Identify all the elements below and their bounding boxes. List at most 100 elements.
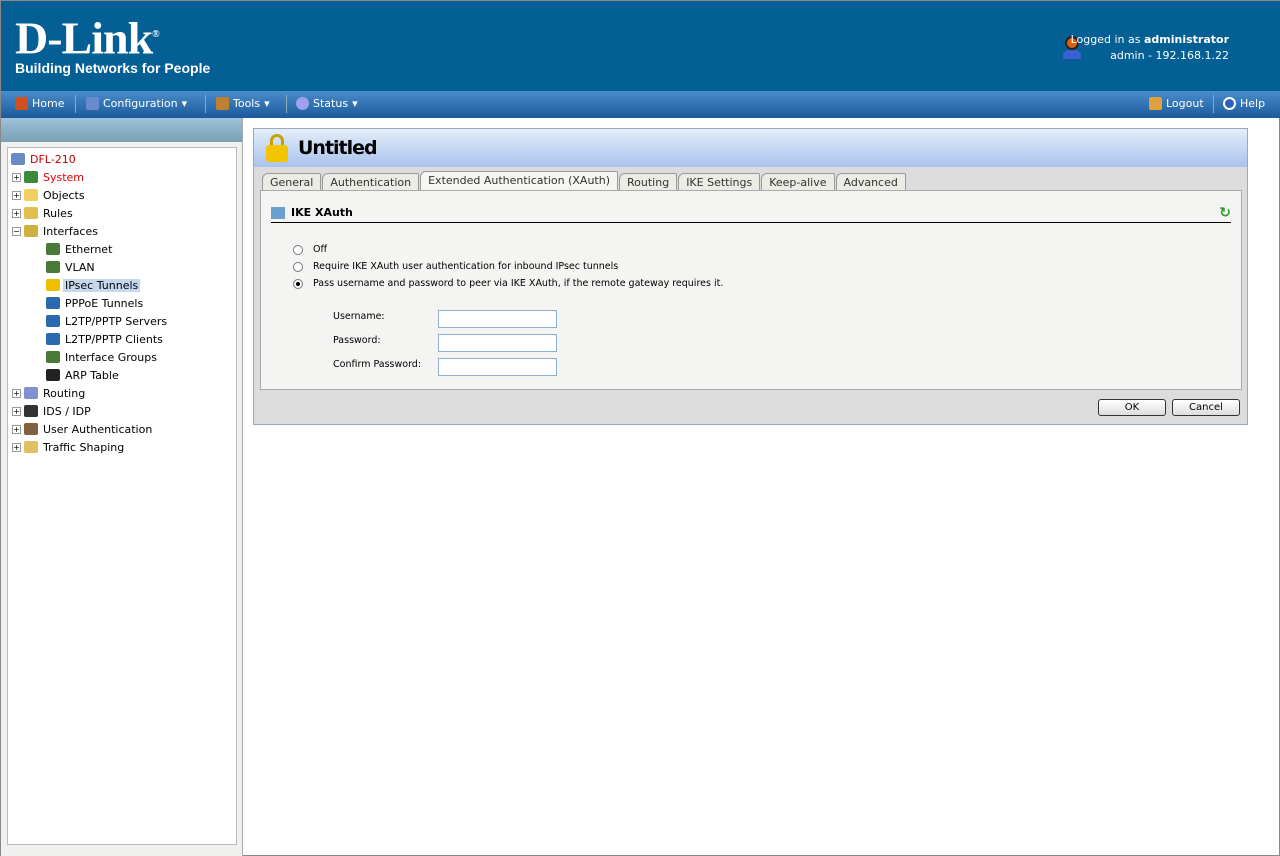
tree-item-label: VLAN xyxy=(65,260,95,274)
tree-node-icon xyxy=(46,243,60,255)
tree-item[interactable]: ARP Table xyxy=(8,366,236,384)
help-button[interactable]: Help xyxy=(1223,97,1265,110)
xauth-option[interactable]: Off xyxy=(293,244,327,255)
tree-node-icon xyxy=(46,333,60,345)
username: administrator xyxy=(1143,33,1229,46)
tree-item-label: Interfaces xyxy=(43,224,98,238)
tab-content: IKE XAuth ↻ Off Require IKE XAuth user au… xyxy=(260,190,1242,390)
session-info: admin - 192.168.1.22 xyxy=(1110,49,1229,62)
tree-item[interactable]: + Objects xyxy=(8,186,236,204)
tree-node-icon xyxy=(24,171,38,183)
menu-home[interactable]: Home xyxy=(15,97,64,110)
tab[interactable]: IKE Settings xyxy=(678,173,761,191)
ipsec-tunnel-panel: Untitled General Authentication Extended A… xyxy=(253,128,1248,425)
chevron-down-icon: ▾ xyxy=(181,97,188,110)
field-label: Username: xyxy=(333,311,385,322)
username-input[interactable] xyxy=(438,310,557,328)
confirm-password-input[interactable] xyxy=(438,358,557,376)
option-label: Pass username and password to peer via I… xyxy=(313,278,724,289)
tree-item[interactable]: + Routing xyxy=(8,384,236,402)
tree-item-label: ARP Table xyxy=(65,368,119,382)
help-icon xyxy=(1223,97,1236,110)
tree-node-icon xyxy=(46,297,60,309)
section-arrow-icon xyxy=(271,206,285,219)
logo-reg: ® xyxy=(152,29,160,40)
menu-home-label: Home xyxy=(32,97,65,110)
tab[interactable]: General xyxy=(262,173,322,191)
tree-item[interactable]: DFL-210 xyxy=(8,150,236,168)
tree-item[interactable]: VLAN xyxy=(8,258,236,276)
tree-item-label: PPPoE Tunnels xyxy=(65,296,144,310)
tab-bar: General Authentication Extended Authentica… xyxy=(262,171,907,191)
expand-icon[interactable]: + xyxy=(12,190,21,200)
expand-icon[interactable]: + xyxy=(12,388,21,398)
collapse-icon[interactable]: − xyxy=(12,226,21,236)
logout-label: Logout xyxy=(1166,97,1204,110)
dlink-logo: D-Link® Building Networks for People xyxy=(15,13,211,77)
menu-configuration[interactable]: Configuration ▾ xyxy=(86,97,187,110)
sidebar: DFL-210 + System + Objects + Rules − Interfaces E… xyxy=(1,118,243,856)
tree-item[interactable]: Interface Groups xyxy=(8,348,236,366)
home-icon xyxy=(15,97,28,110)
login-info: Logged in as administrator admin - 192.1… xyxy=(1071,32,1229,64)
cancel-button[interactable]: Cancel xyxy=(1172,399,1240,416)
tree-item[interactable]: − Interfaces xyxy=(8,222,236,240)
password-input[interactable] xyxy=(438,334,557,352)
logout-button[interactable]: Logout xyxy=(1149,97,1204,110)
tree-item[interactable]: + User Authentication xyxy=(8,420,236,438)
tree-item[interactable]: + Traffic Shaping xyxy=(8,438,236,456)
expand-icon[interactable]: + xyxy=(12,172,21,182)
tree-item-label: Objects xyxy=(43,188,85,202)
tree-item[interactable]: + Rules xyxy=(8,204,236,222)
menu-status-label: Status xyxy=(313,97,349,110)
tree-item-label: L2TP/PPTP Clients xyxy=(65,332,163,346)
tree-item-label: Interface Groups xyxy=(65,350,157,364)
tree-item[interactable]: + IDS / IDP xyxy=(8,402,236,420)
tree-node-icon xyxy=(24,405,38,417)
tree-node-icon xyxy=(24,189,38,201)
menu-configuration-label: Configuration xyxy=(103,97,178,110)
section-header: IKE XAuth ↻ xyxy=(271,203,1231,223)
tree-node-icon xyxy=(24,387,38,399)
tree-node-icon xyxy=(24,423,38,435)
expand-icon[interactable]: + xyxy=(12,442,21,452)
tree-item[interactable]: Ethernet xyxy=(8,240,236,258)
tree-node-icon xyxy=(11,153,25,165)
expand-icon[interactable]: + xyxy=(12,208,21,218)
refresh-icon[interactable]: ↻ xyxy=(1219,205,1231,221)
field-label: Confirm Password: xyxy=(333,359,422,370)
tree-item-label: IPsec Tunnels xyxy=(63,278,141,292)
tree-node-icon xyxy=(24,441,38,453)
ok-button[interactable]: OK xyxy=(1098,399,1166,416)
radio-button[interactable] xyxy=(293,261,303,272)
tree-item[interactable]: L2TP/PPTP Servers xyxy=(8,312,236,330)
xauth-option[interactable]: Require IKE XAuth user authentication fo… xyxy=(293,261,618,272)
tree-node-icon xyxy=(46,261,60,273)
tree-item[interactable]: + System xyxy=(8,168,236,186)
panel-header: Untitled xyxy=(254,129,1247,167)
tree-item-label: System xyxy=(43,170,85,184)
tab[interactable]: Authentication xyxy=(322,173,420,191)
tools-icon xyxy=(216,97,229,110)
radio-button[interactable] xyxy=(293,278,303,289)
tree-item-label: Ethernet xyxy=(65,242,113,256)
expand-icon[interactable]: + xyxy=(12,406,21,416)
tab[interactable]: Extended Authentication (XAuth) xyxy=(420,171,618,191)
tab[interactable]: Routing xyxy=(619,173,678,191)
help-label: Help xyxy=(1240,97,1266,110)
menu-tools[interactable]: Tools ▾ xyxy=(216,97,270,110)
radio-button[interactable] xyxy=(293,244,303,255)
expand-icon[interactable]: + xyxy=(12,424,21,434)
tab[interactable]: Keep-alive xyxy=(761,173,835,191)
option-label: Off xyxy=(313,244,328,255)
floppy-icon xyxy=(86,97,99,110)
tree-item-label: L2TP/PPTP Servers xyxy=(65,314,168,328)
tree-item[interactable]: IPsec Tunnels xyxy=(8,276,236,294)
menu-status[interactable]: Status ▾ xyxy=(296,97,358,110)
logo-tagline: Building Networks for People xyxy=(15,60,211,77)
key-icon xyxy=(1149,97,1162,110)
tree-item[interactable]: PPPoE Tunnels xyxy=(8,294,236,312)
tree-item[interactable]: L2TP/PPTP Clients xyxy=(8,330,236,348)
tab[interactable]: Advanced xyxy=(835,173,906,191)
xauth-option[interactable]: Pass username and password to peer via I… xyxy=(293,278,723,289)
